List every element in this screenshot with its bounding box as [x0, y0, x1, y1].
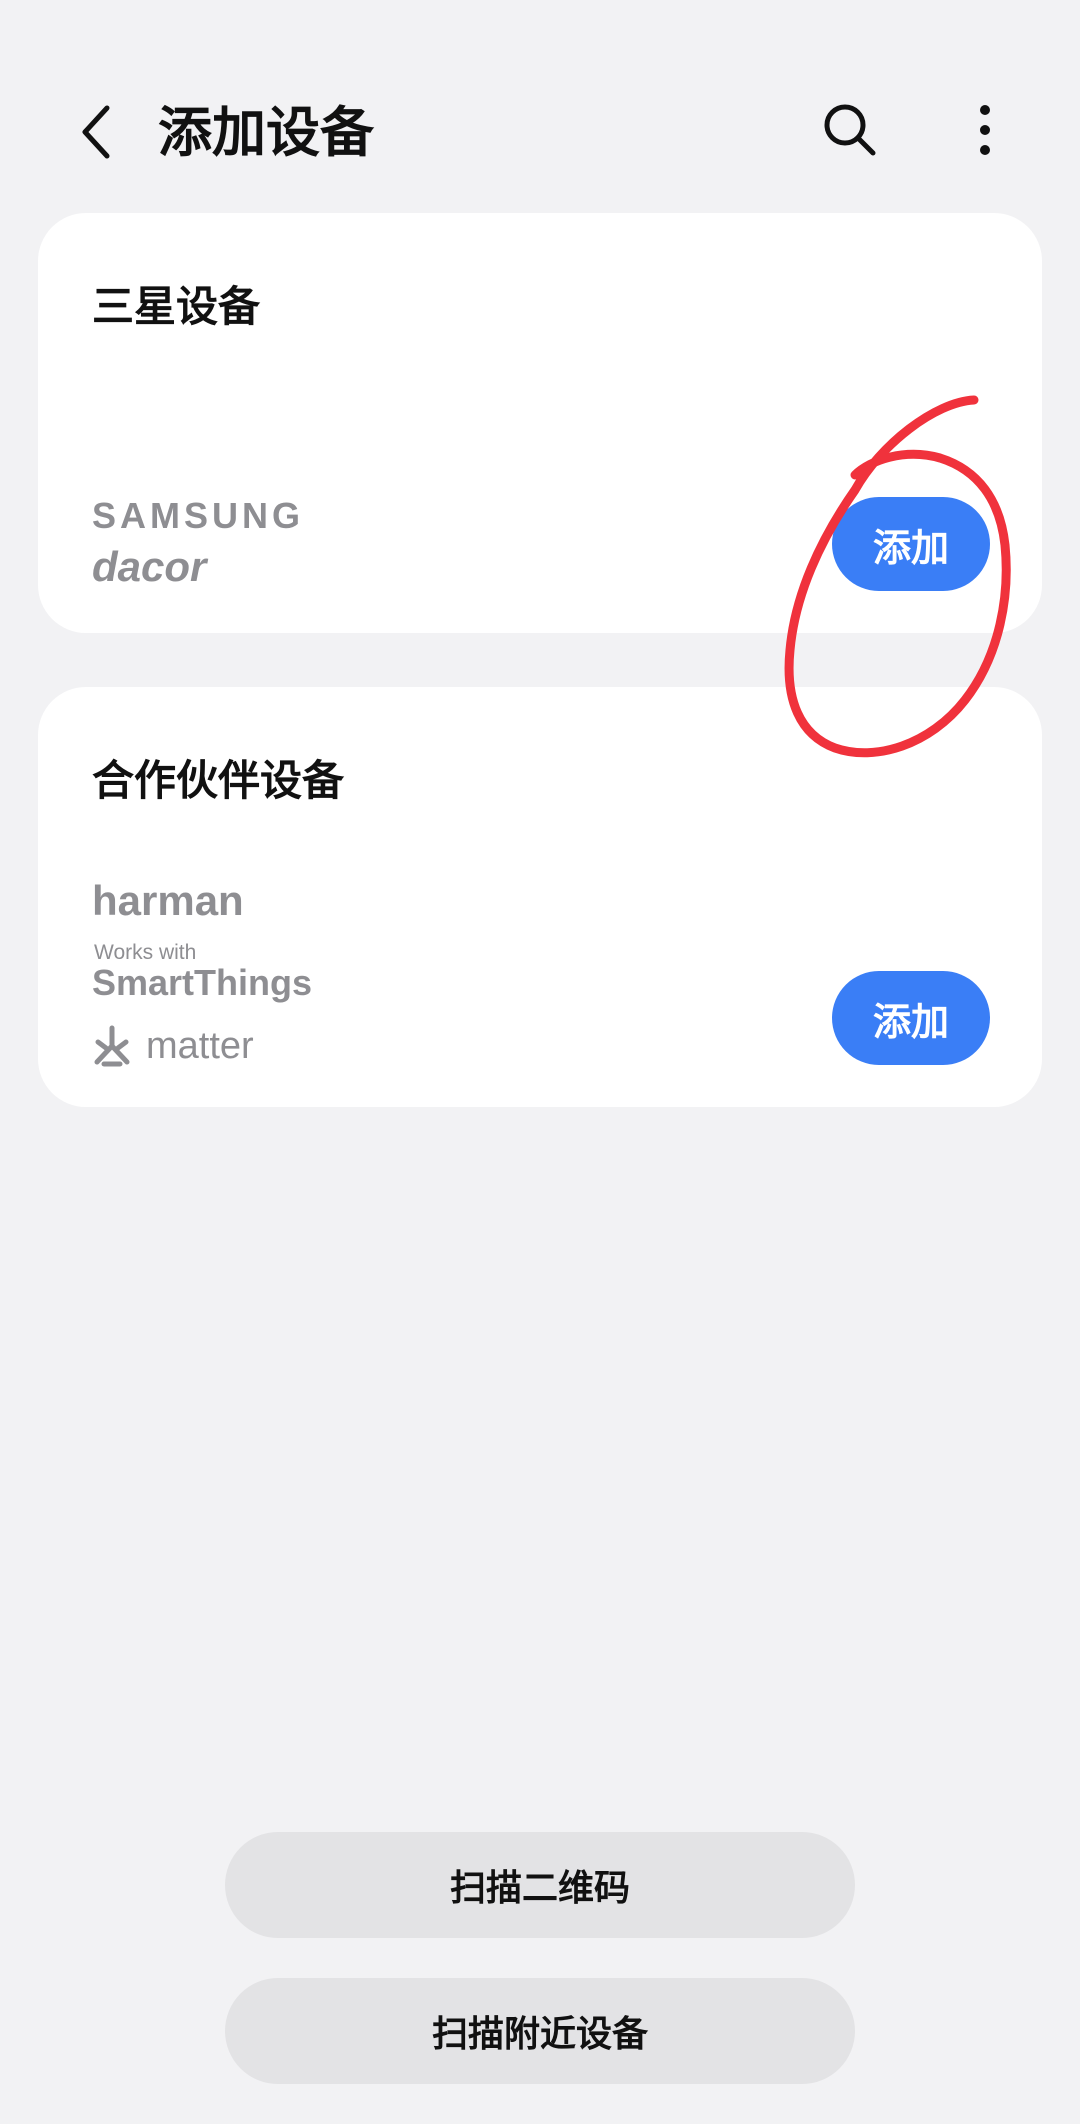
search-button[interactable] — [815, 95, 885, 165]
more-vertical-icon — [980, 105, 990, 155]
scan-nearby-devices-button[interactable]: 扫描附近设备 — [225, 1978, 855, 2084]
scan-qr-code-button[interactable]: 扫描二维码 — [225, 1832, 855, 1938]
partner-devices-title: 合作伙伴设备 — [92, 756, 345, 805]
samsung-devices-title: 三星设备 — [92, 282, 261, 331]
matter-label: matter — [146, 1024, 254, 1067]
more-options-button[interactable] — [950, 95, 1020, 165]
matter-logo: matter — [92, 1021, 254, 1071]
samsung-logo: SAMSUNG — [92, 495, 305, 536]
samsung-devices-card: 三星设备 SAMSUNG dacor 添加 — [38, 213, 1042, 633]
dacor-logo: dacor — [92, 543, 207, 590]
chevron-left-icon — [82, 105, 110, 159]
add-device-screen: 添加设备 三星设备 SAMSUNG dacor 添加 合作伙伴设备 harman… — [0, 0, 1080, 2124]
matter-icon — [94, 1025, 130, 1067]
search-icon — [824, 104, 876, 156]
add-samsung-device-button[interactable]: 添加 — [832, 497, 990, 591]
harman-logo: harman — [92, 877, 244, 924]
add-partner-device-button[interactable]: 添加 — [832, 971, 990, 1065]
app-header: 添加设备 — [0, 0, 1080, 200]
page-title: 添加设备 — [158, 101, 374, 164]
partner-devices-card: 合作伙伴设备 harman Works with SmartThings mat… — [38, 687, 1042, 1107]
back-button[interactable] — [60, 92, 130, 172]
smartthings-logo: SmartThings — [92, 962, 313, 1003]
